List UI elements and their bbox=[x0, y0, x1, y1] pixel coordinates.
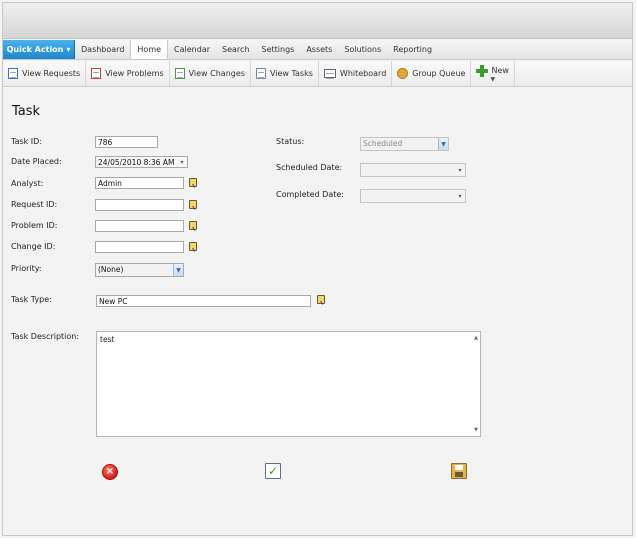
scheduled-date-label: Scheduled Date: bbox=[276, 163, 343, 172]
scroll-up-icon[interactable]: ▲ bbox=[474, 335, 478, 341]
priority-label: Priority: bbox=[11, 264, 42, 273]
quick-action-label: Quick Action bbox=[6, 45, 64, 54]
view-tasks-label: View Tasks bbox=[269, 69, 313, 78]
cancel-icon[interactable]: × bbox=[102, 464, 118, 480]
group-queue-button[interactable]: Group Queue bbox=[392, 61, 472, 86]
menu-reporting[interactable]: Reporting bbox=[387, 40, 438, 59]
main-menu-bar: Quick Action ▾ Dashboard Home Calendar S… bbox=[3, 40, 632, 60]
completed-date-field[interactable]: ▾ bbox=[360, 189, 466, 203]
requests-icon bbox=[8, 68, 18, 79]
task-type-label: Task Type: bbox=[11, 295, 52, 304]
save-icon[interactable] bbox=[451, 463, 467, 479]
view-requests-label: View Requests bbox=[22, 69, 81, 78]
menu-solutions[interactable]: Solutions bbox=[338, 40, 387, 59]
priority-value: (None) bbox=[98, 265, 124, 274]
request-id-field[interactable] bbox=[95, 199, 184, 211]
problem-id-field[interactable] bbox=[95, 220, 184, 232]
change-lookup-icon[interactable] bbox=[188, 242, 197, 252]
menu-settings[interactable]: Settings bbox=[256, 40, 301, 59]
status-value: Scheduled bbox=[363, 139, 403, 148]
analyst-lookup-icon[interactable] bbox=[188, 178, 197, 188]
new-label: New bbox=[491, 66, 509, 75]
analyst-field[interactable]: Admin bbox=[95, 177, 184, 189]
problem-id-label: Problem ID: bbox=[11, 221, 58, 230]
chevron-down-icon: ▾ bbox=[66, 45, 71, 54]
analyst-label: Analyst: bbox=[11, 179, 44, 188]
task-type-lookup-icon[interactable] bbox=[316, 295, 325, 305]
chevron-down-icon: ▼ bbox=[490, 75, 496, 83]
status-label: Status: bbox=[276, 137, 305, 146]
date-placed-field[interactable]: 24/05/2010 8:36 AM ▾ bbox=[95, 156, 188, 168]
complete-check-icon[interactable]: ✓ bbox=[265, 463, 281, 479]
change-id-field[interactable] bbox=[95, 241, 184, 253]
chevron-down-icon[interactable]: ▾ bbox=[177, 157, 187, 167]
change-id-label: Change ID: bbox=[11, 242, 56, 251]
request-id-label: Request ID: bbox=[11, 200, 58, 209]
plus-icon bbox=[476, 64, 489, 77]
status-select[interactable]: Scheduled ▼ bbox=[360, 137, 449, 151]
chevron-down-icon[interactable]: ▼ bbox=[173, 264, 183, 276]
view-changes-button[interactable]: View Changes bbox=[170, 61, 251, 86]
whiteboard-button[interactable]: Whiteboard bbox=[319, 61, 393, 86]
chevron-down-icon[interactable]: ▼ bbox=[438, 138, 448, 150]
view-requests-button[interactable]: View Requests bbox=[3, 61, 87, 86]
home-toolbar: View Requests View Problems View Changes… bbox=[3, 61, 632, 87]
completed-date-label: Completed Date: bbox=[276, 190, 344, 199]
task-description-value: test bbox=[100, 335, 115, 344]
request-lookup-icon[interactable] bbox=[188, 200, 197, 210]
view-tasks-button[interactable]: View Tasks bbox=[251, 61, 319, 86]
task-type-field[interactable]: New PC bbox=[96, 295, 311, 307]
problems-icon bbox=[91, 68, 102, 79]
tasks-icon bbox=[255, 68, 266, 79]
task-id-field[interactable]: 786 bbox=[95, 136, 158, 148]
view-changes-label: View Changes bbox=[188, 69, 245, 78]
menu-home[interactable]: Home bbox=[130, 40, 169, 59]
menu-search[interactable]: Search bbox=[216, 40, 255, 59]
task-description-label: Task Description: bbox=[11, 332, 80, 341]
task-id-label: Task ID: bbox=[11, 137, 43, 146]
menu-calendar[interactable]: Calendar bbox=[168, 40, 216, 59]
view-problems-button[interactable]: View Problems bbox=[86, 61, 170, 86]
title-bar bbox=[3, 3, 632, 39]
chevron-down-icon[interactable]: ▾ bbox=[455, 190, 465, 202]
new-button[interactable]: New ▼ bbox=[471, 61, 515, 86]
group-queue-label: Group Queue bbox=[412, 69, 466, 78]
scheduled-date-field[interactable]: ▾ bbox=[360, 163, 466, 177]
whiteboard-icon bbox=[323, 69, 336, 79]
menu-assets[interactable]: Assets bbox=[300, 40, 338, 59]
priority-select[interactable]: (None) ▼ bbox=[95, 263, 184, 277]
group-queue-icon bbox=[397, 68, 409, 79]
quick-action-button[interactable]: Quick Action ▾ bbox=[3, 40, 75, 59]
task-description-textarea[interactable]: test ▲ ▼ bbox=[96, 331, 481, 437]
date-placed-label: Date Placed: bbox=[11, 157, 62, 166]
menu-dashboard[interactable]: Dashboard bbox=[75, 40, 130, 59]
chevron-down-icon[interactable]: ▾ bbox=[455, 164, 465, 176]
page-title: Task bbox=[12, 104, 41, 119]
scroll-down-icon[interactable]: ▼ bbox=[474, 427, 478, 433]
problem-lookup-icon[interactable] bbox=[188, 221, 197, 231]
date-placed-value: 24/05/2010 8:36 AM bbox=[98, 158, 175, 167]
view-problems-label: View Problems bbox=[105, 69, 164, 78]
whiteboard-label: Whiteboard bbox=[339, 69, 387, 78]
changes-icon bbox=[174, 68, 185, 79]
